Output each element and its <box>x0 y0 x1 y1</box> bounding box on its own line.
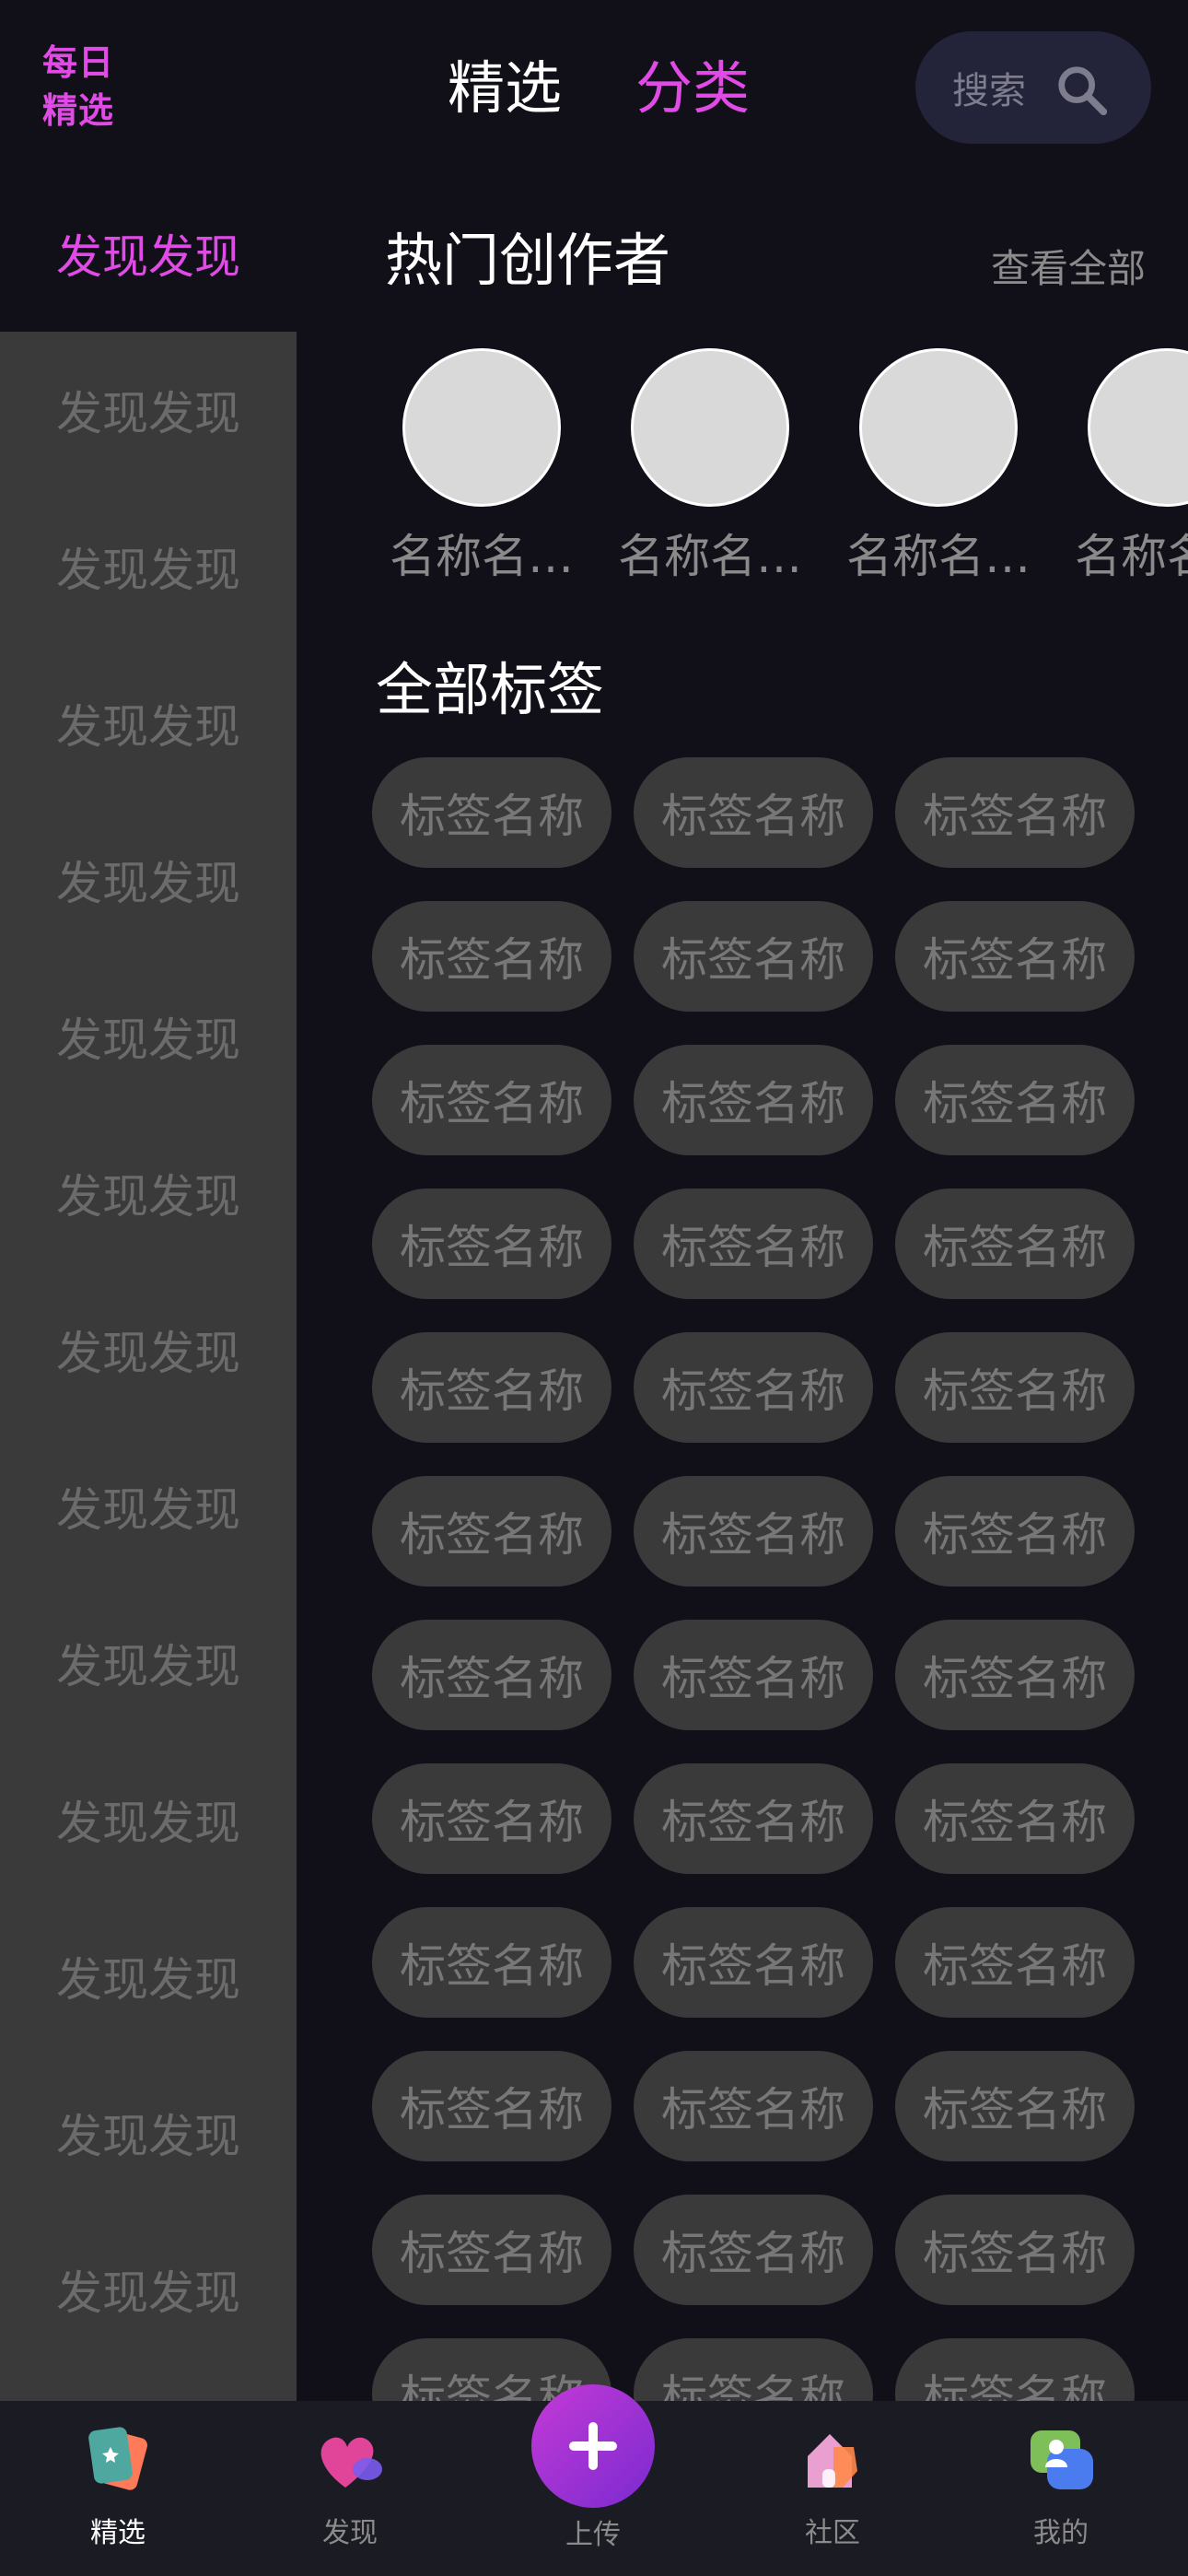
sidebar-item[interactable]: 发现发现 <box>0 1428 297 1585</box>
tag-pill[interactable]: 标签名称 <box>634 1763 873 1874</box>
tag-pill[interactable]: 标签名称 <box>895 1907 1135 2018</box>
heart-icon <box>320 2437 382 2488</box>
tags-grid: 标签名称 标签名称 标签名称 标签名称 标签名称 标签名称 标签名称 标签名称 … <box>372 757 1146 2401</box>
creator-name: 名称名… <box>1075 530 1188 583</box>
nav-item-discover[interactable]: 发现 <box>258 2419 442 2550</box>
creators-section-title: 热门创作者 <box>385 227 671 294</box>
tag-pill[interactable]: 标签名称 <box>895 1188 1135 1299</box>
tag-pill[interactable]: 标签名称 <box>634 901 873 1012</box>
nav-label: 社区 <box>805 2517 860 2549</box>
tag-pill[interactable]: 标签名称 <box>895 1476 1135 1587</box>
tag-pill[interactable]: 标签名称 <box>634 1620 873 1730</box>
tag-pill[interactable]: 标签名称 <box>372 1188 611 1299</box>
nav-label: 精选 <box>90 2517 146 2549</box>
tag-pill[interactable]: 标签名称 <box>895 2051 1135 2161</box>
sidebar-item[interactable]: 发现发现 <box>0 2055 297 2211</box>
tab-categories[interactable]: 分类 <box>635 41 750 124</box>
creator-item[interactable]: 名称名… <box>1070 348 1188 586</box>
sidebar-item[interactable]: 发现发现 <box>0 488 297 645</box>
logo-line-1: 每日 <box>42 42 115 83</box>
tag-pill[interactable]: 标签名称 <box>634 1907 873 2018</box>
search-box[interactable]: 搜索 <box>915 31 1151 144</box>
tag-pill[interactable]: 标签名称 <box>895 1763 1135 1874</box>
tag-pill[interactable]: 标签名称 <box>372 2195 611 2305</box>
tag-pill[interactable]: 标签名称 <box>895 901 1135 1012</box>
tag-pill[interactable]: 标签名称 <box>372 757 611 868</box>
avatar <box>859 348 1018 507</box>
view-all-link[interactable]: 查看全部 <box>991 238 1146 294</box>
tag-pill[interactable]: 标签名称 <box>634 757 873 868</box>
tag-pill[interactable]: 标签名称 <box>634 1332 873 1443</box>
tag-pill[interactable]: 标签名称 <box>372 1907 611 2018</box>
sidebar-item[interactable]: 发现发现 <box>0 645 297 802</box>
tag-pill[interactable]: 标签名称 <box>634 1045 873 1155</box>
plus-icon <box>569 2422 617 2470</box>
sidebar-item[interactable]: 发现发现 <box>0 332 297 488</box>
sidebar-item[interactable]: 发现发现 <box>0 175 297 332</box>
upload-label: 上传 <box>565 2519 621 2551</box>
tag-pill[interactable]: 标签名称 <box>372 1045 611 1155</box>
cards-icon <box>88 2427 147 2490</box>
creator-name: 名称名… <box>618 530 802 583</box>
avatar <box>402 348 561 507</box>
tag-pill[interactable]: 标签名称 <box>634 1188 873 1299</box>
creator-item[interactable]: 名称名… <box>385 348 578 586</box>
nav-label: 我的 <box>1033 2517 1089 2549</box>
daily-picks-logo[interactable]: 每日 精选 <box>42 39 134 135</box>
sidebar-item[interactable]: 发现发现 <box>0 1585 297 1741</box>
tag-pill[interactable]: 标签名称 <box>372 1332 611 1443</box>
profile-chat-icon <box>1031 2430 1093 2489</box>
tab-featured[interactable]: 精选 <box>448 41 562 124</box>
tag-pill[interactable]: 标签名称 <box>634 2195 873 2305</box>
search-placeholder: 搜索 <box>952 70 1026 112</box>
top-tabs: 精选 分类 <box>448 46 750 122</box>
sidebar-item[interactable]: 发现发现 <box>0 802 297 958</box>
creators-row: 名称名… 名称名… 名称名… 名称名… <box>385 348 1188 588</box>
avatar <box>631 348 789 507</box>
sidebar-item[interactable]: 发现发现 <box>0 1271 297 1428</box>
creator-name: 名称名… <box>390 530 574 583</box>
nav-item-community[interactable]: 社区 <box>740 2419 925 2550</box>
header: 每日 精选 精选 分类 搜索 <box>0 0 1188 175</box>
upload-button[interactable] <box>531 2384 655 2508</box>
nav-label: 发现 <box>322 2517 378 2549</box>
sidebar-item[interactable]: 发现发现 <box>0 1115 297 1271</box>
creator-item[interactable]: 名称名… <box>613 348 807 586</box>
tag-pill[interactable]: 标签名称 <box>372 901 611 1012</box>
sidebar-item[interactable]: 发现发现 <box>0 2211 297 2368</box>
tag-pill[interactable]: 标签名称 <box>895 2195 1135 2305</box>
tags-section-title: 全部标签 <box>376 656 605 723</box>
sidebar-item[interactable]: 发现发现 <box>0 958 297 1115</box>
tag-pill[interactable]: 标签名称 <box>634 2338 873 2401</box>
category-sidebar: 发现发现 发现发现 发现发现 发现发现 发现发现 发现发现 发现发现 发现发现 … <box>0 175 297 2401</box>
logo-line-2: 精选 <box>42 90 115 131</box>
sidebar-item[interactable]: 发现发现 <box>0 1741 297 1898</box>
tag-pill[interactable]: 标签名称 <box>372 1620 611 1730</box>
tag-pill[interactable]: 标签名称 <box>372 1763 611 1874</box>
tag-pill[interactable]: 标签名称 <box>634 1476 873 1587</box>
avatar <box>1088 348 1188 507</box>
tag-pill[interactable]: 标签名称 <box>634 2051 873 2161</box>
tag-pill[interactable]: 标签名称 <box>895 1045 1135 1155</box>
tag-pill[interactable]: 标签名称 <box>372 2051 611 2161</box>
house-icon <box>808 2434 857 2488</box>
nav-item-featured[interactable]: 精选 <box>26 2419 210 2550</box>
tag-pill[interactable]: 标签名称 <box>372 1476 611 1587</box>
tag-pill[interactable]: 标签名称 <box>895 2338 1135 2401</box>
tag-pill[interactable]: 标签名称 <box>895 757 1135 868</box>
sidebar-item[interactable]: 发现发现 <box>0 1898 297 2055</box>
creator-item[interactable]: 名称名… <box>842 348 1035 586</box>
creator-name: 名称名… <box>846 530 1031 583</box>
search-icon <box>1058 66 1108 116</box>
nav-item-mine[interactable]: 我的 <box>969 2419 1153 2550</box>
tags-container: 标签名称 标签名称 标签名称 标签名称 标签名称 标签名称 标签名称 标签名称 … <box>372 757 1146 2401</box>
tag-pill[interactable]: 标签名称 <box>895 1620 1135 1730</box>
tag-pill[interactable]: 标签名称 <box>895 1332 1135 1443</box>
